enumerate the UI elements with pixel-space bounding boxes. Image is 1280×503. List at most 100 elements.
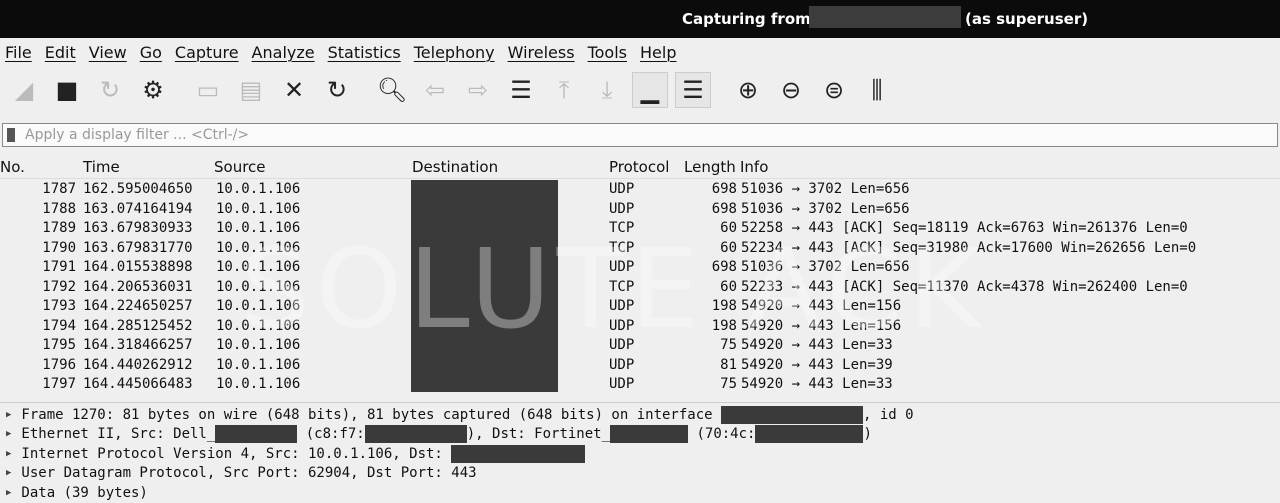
expand-arrow-icon[interactable]: ▶ bbox=[6, 429, 11, 439]
zoom-out-icon[interactable]: ⊖ bbox=[773, 72, 809, 108]
expand-arrow-icon[interactable]: ▶ bbox=[6, 449, 11, 459]
table-row[interactable]: 1797 164.445066483 10.0.1.106 UDP 75 54920 → … bbox=[0, 375, 1280, 395]
table-row[interactable]: 1788 163.074164194 10.0.1.106 UDP 698 51036 →… bbox=[0, 200, 1280, 220]
col-info[interactable]: Info bbox=[740, 158, 768, 176]
table-row[interactable]: 1796 164.440262912 10.0.1.106 UDP 81 54920 → … bbox=[0, 356, 1280, 376]
col-time[interactable]: Time bbox=[83, 158, 120, 176]
table-row[interactable]: 1793 164.224650257 10.0.1.106 UDP 198 54920 →… bbox=[0, 297, 1280, 317]
go-forward-icon[interactable]: ⇨ bbox=[460, 72, 496, 108]
menu-go[interactable]: Go bbox=[140, 43, 162, 62]
cell-time: 164.445066483 bbox=[83, 376, 193, 392]
go-last-icon[interactable]: ⤓ bbox=[589, 72, 625, 108]
detail-ip[interactable]: ▶ Internet Protocol Version 4, Src: 10.0.… bbox=[0, 444, 1280, 464]
cell-info: 54920 → 443 Len=33 bbox=[741, 376, 893, 392]
bookmark-icon[interactable] bbox=[7, 128, 15, 142]
restart-capture-icon[interactable]: ↻ bbox=[92, 72, 128, 108]
cell-time: 163.679830933 bbox=[83, 220, 193, 236]
redacted bbox=[215, 425, 298, 444]
menu-statistics[interactable]: Statistics bbox=[328, 43, 401, 62]
cell-len: 81 bbox=[720, 356, 737, 373]
cell-len: 198 bbox=[711, 317, 737, 334]
reload-file-icon[interactable]: ↻ bbox=[319, 72, 355, 108]
cell-no: 1797 bbox=[42, 376, 76, 392]
col-protocol[interactable]: Protocol bbox=[609, 158, 669, 176]
menu-help[interactable]: Help bbox=[640, 43, 676, 62]
detail-ethernet[interactable]: ▶ Ethernet II, Src: Dell_ (c8:f7:), Dst: … bbox=[0, 425, 1280, 445]
cell-len: 60 bbox=[720, 278, 737, 295]
display-filter-input[interactable]: Apply a display filter ... <Ctrl-/> bbox=[2, 123, 1278, 147]
save-file-icon[interactable]: ▤ bbox=[233, 72, 269, 108]
menu-analyze[interactable]: Analyze bbox=[252, 43, 315, 62]
menu-telephony[interactable]: Telephony bbox=[414, 43, 495, 62]
expand-arrow-icon[interactable]: ▶ bbox=[6, 410, 11, 420]
packet-details: ▶ Frame 1270: 81 bytes on wire (648 bits)… bbox=[0, 402, 1280, 503]
packet-list-header: No. Time Source Destination Protocol Len… bbox=[0, 155, 1280, 179]
start-capture-icon[interactable]: ◢ bbox=[6, 72, 42, 108]
cell-proto: UDP bbox=[609, 200, 635, 217]
redacted bbox=[610, 425, 689, 444]
table-row[interactable]: 1790 163.679831770 10.0.1.106 TCP 60 52234 → … bbox=[0, 239, 1280, 259]
table-row[interactable]: 1789 163.679830933 10.0.1.106 TCP 60 52258 → … bbox=[0, 219, 1280, 239]
stop-capture-icon[interactable]: ■ bbox=[49, 72, 85, 108]
open-file-icon[interactable]: ▭ bbox=[190, 72, 226, 108]
go-first-icon[interactable]: ⤒ bbox=[546, 72, 582, 108]
cell-len: 75 bbox=[720, 337, 737, 353]
autoscroll-icon[interactable]: ▁ bbox=[632, 72, 668, 108]
cell-proto: UDP bbox=[609, 317, 635, 334]
colorize-icon[interactable]: ☰ bbox=[675, 72, 711, 108]
menu-capture[interactable]: Capture bbox=[175, 43, 239, 62]
col-length[interactable]: Length bbox=[684, 158, 736, 176]
cell-len: 698 bbox=[711, 200, 737, 217]
table-row[interactable]: 1792 164.206536031 10.0.1.106 TCP 60 52233 → … bbox=[0, 278, 1280, 298]
menu-bar: File Edit View Go Capture Analyze Statistics Te… bbox=[0, 38, 1280, 66]
capture-options-icon[interactable]: ⚙ bbox=[135, 72, 171, 108]
cell-len: 60 bbox=[720, 220, 737, 236]
cell-src: 10.0.1.106 bbox=[216, 376, 301, 392]
table-row[interactable]: 1791 164.015538898 10.0.1.106 UDP 698 51036 →… bbox=[0, 258, 1280, 278]
cell-info: 52233 → 443 [ACK] Seq=11370 Ack=4378 Win… bbox=[741, 278, 1188, 295]
resize-columns-icon[interactable]: ⫼ bbox=[859, 72, 895, 108]
col-destination[interactable]: Destination bbox=[412, 158, 498, 176]
cell-time: 164.224650257 bbox=[83, 298, 193, 314]
redacted-destination bbox=[411, 180, 558, 392]
table-row[interactable]: 1794 164.285125452 10.0.1.106 UDP 198 54920 →… bbox=[0, 317, 1280, 337]
cell-info: 54920 → 443 Len=33 bbox=[741, 337, 893, 353]
cell-len: 698 bbox=[711, 181, 737, 197]
cell-no: 1792 bbox=[42, 278, 76, 295]
cell-proto: TCP bbox=[609, 239, 635, 256]
cell-info: 51036 → 3702 Len=656 bbox=[741, 200, 910, 217]
cell-proto: TCP bbox=[609, 278, 635, 295]
go-to-packet-icon[interactable]: ☰ bbox=[503, 72, 539, 108]
cell-info: 54920 → 443 Len=156 bbox=[741, 298, 902, 314]
cell-src: 10.0.1.106 bbox=[216, 181, 301, 197]
col-source[interactable]: Source bbox=[214, 158, 266, 176]
menu-wireless[interactable]: Wireless bbox=[508, 43, 575, 62]
col-no[interactable]: No. bbox=[0, 158, 25, 176]
find-packet-icon[interactable]: 🔍︎ bbox=[374, 72, 410, 108]
detail-frame[interactable]: ▶ Frame 1270: 81 bytes on wire (648 bits)… bbox=[0, 405, 1280, 425]
menu-edit[interactable]: Edit bbox=[45, 43, 76, 62]
cell-no: 1793 bbox=[42, 298, 76, 314]
menu-view[interactable]: View bbox=[89, 43, 127, 62]
expand-arrow-icon[interactable]: ▶ bbox=[6, 468, 11, 478]
cell-len: 75 bbox=[720, 376, 737, 392]
cell-info: 51036 → 3702 Len=656 bbox=[741, 181, 910, 197]
menu-file[interactable]: File bbox=[5, 43, 32, 62]
menu-tools[interactable]: Tools bbox=[588, 43, 627, 62]
table-row[interactable]: 1787 162.595004650 10.0.1.106 UDP 698 51036 →… bbox=[0, 180, 1280, 200]
zoom-in-icon[interactable]: ⊕ bbox=[730, 72, 766, 108]
table-row[interactable]: 1795 164.318466257 10.0.1.106 UDP 75 54920 → … bbox=[0, 336, 1280, 356]
cell-time: 164.318466257 bbox=[83, 337, 193, 353]
cell-proto: UDP bbox=[609, 259, 635, 275]
cell-src: 10.0.1.106 bbox=[216, 317, 301, 334]
cell-no: 1789 bbox=[42, 220, 76, 236]
detail-udp[interactable]: ▶ User Datagram Protocol, Src Port: 62904… bbox=[0, 464, 1280, 484]
zoom-normal-icon[interactable]: ⊜ bbox=[816, 72, 852, 108]
cell-src: 10.0.1.106 bbox=[216, 356, 301, 373]
cell-no: 1791 bbox=[42, 259, 76, 275]
cell-proto: UDP bbox=[609, 181, 635, 197]
close-file-icon[interactable]: ✕ bbox=[276, 72, 312, 108]
go-back-icon[interactable]: ⇦ bbox=[417, 72, 453, 108]
title-prefix: Capturing from bbox=[682, 10, 811, 28]
cell-no: 1787 bbox=[42, 181, 76, 197]
